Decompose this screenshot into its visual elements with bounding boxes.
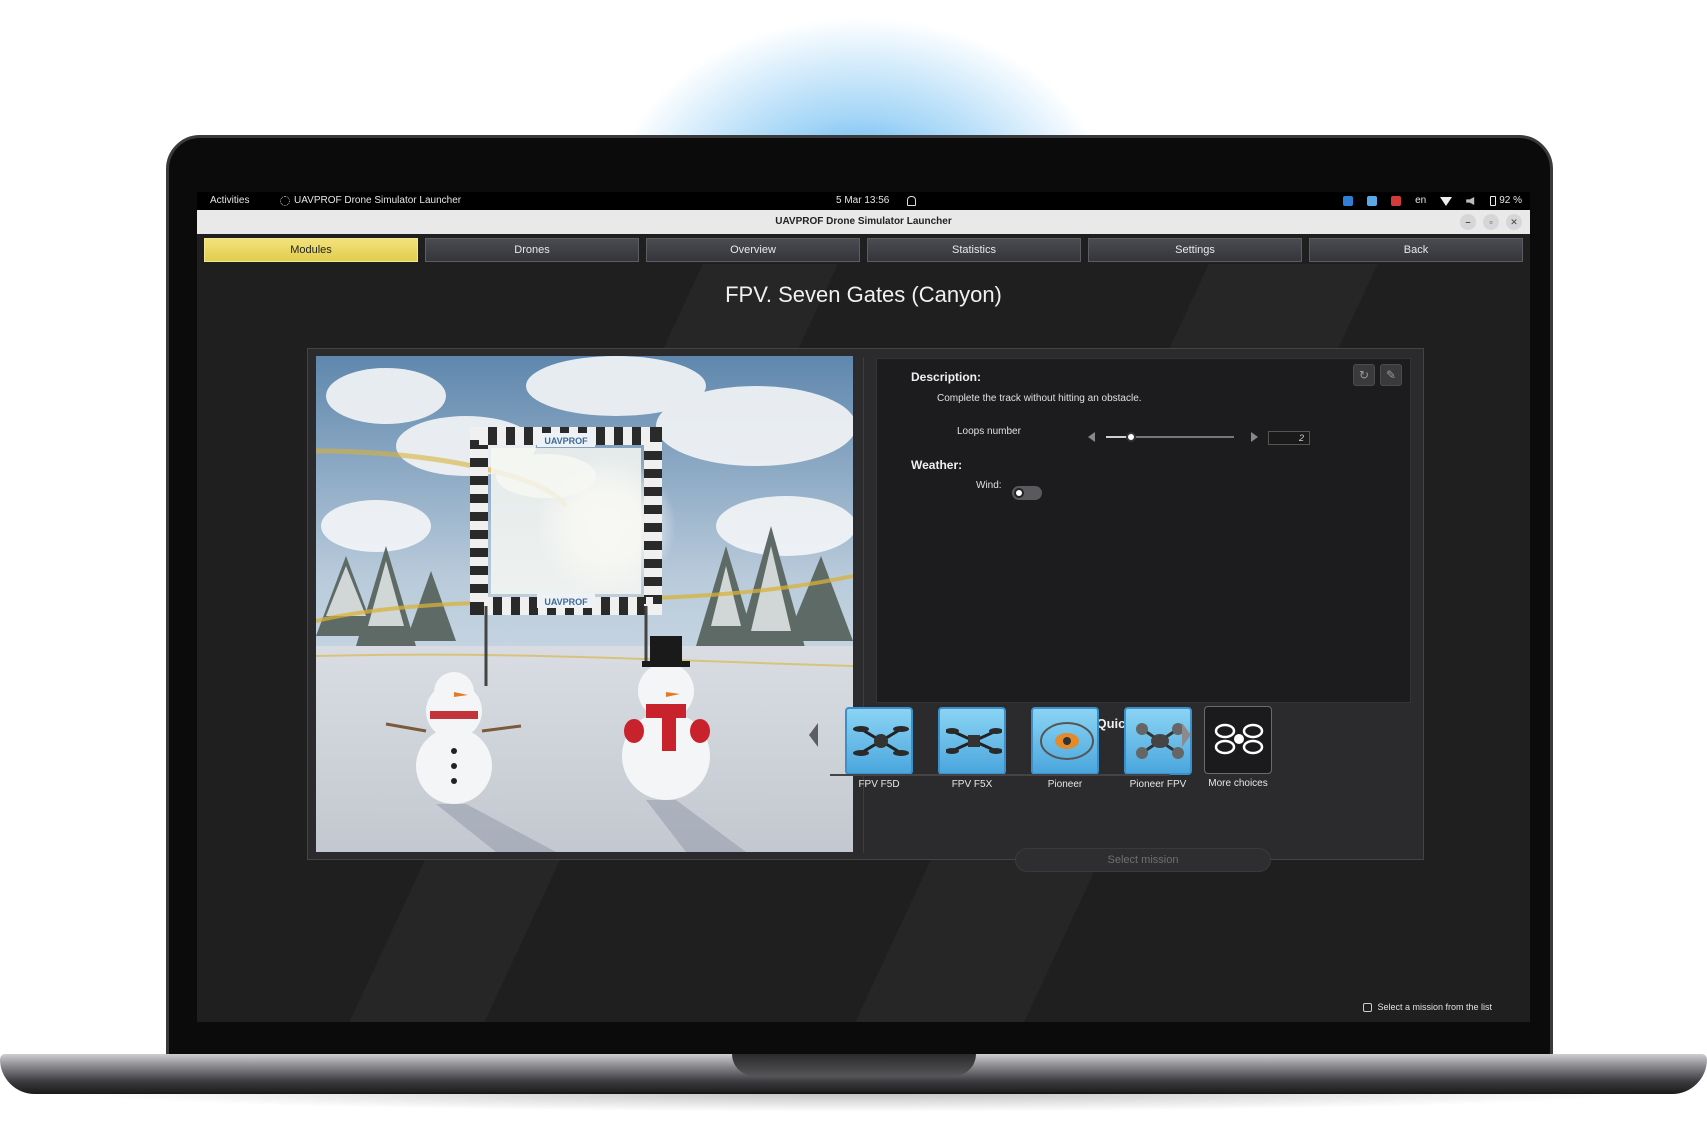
weather-label: Weather: [911,458,963,472]
window-title: UAVPROF Drone Simulator Launcher [775,216,952,227]
close-button[interactable]: ✕ [1506,214,1522,230]
clock[interactable]: 5 Mar 13:56 [836,192,889,210]
more-choices-drone-icon [1204,706,1272,774]
tray-record-icon[interactable] [1391,196,1402,206]
carousel-next-icon[interactable] [1182,723,1191,747]
battery-icon [1490,196,1497,206]
battery-indicator[interactable]: 92 % [1490,192,1522,210]
more-choices-label: More choices [1208,778,1268,789]
description-text: Complete the track without hitting an ob… [937,393,1142,404]
wind-toggle[interactable] [1012,486,1042,500]
gate-sign-top: UAVPROF [544,436,588,446]
maximize-button[interactable]: ▫ [1483,214,1499,230]
mission-title: FPV. Seven Gates (Canyon) [725,282,1002,307]
drone-option-pioneer-fpv[interactable]: Pioneer FPV [1124,707,1192,790]
tab-overview[interactable]: Overview [646,238,860,262]
slider-thumb[interactable] [1126,432,1136,442]
tab-settings[interactable]: Settings [1088,238,1302,262]
tools-icon[interactable]: ✎ [1380,364,1402,386]
slider-increase-icon[interactable] [1251,432,1258,442]
tab-drones[interactable]: Drones [425,238,639,262]
main-tab-bar: Modules Drones Overview Statistics Setti… [204,238,1523,262]
window-title-bar: UAVPROF Drone Simulator Launcher – ▫ ✕ [197,210,1530,234]
info-actions: ↻ ✎ [1353,364,1402,386]
tab-back[interactable]: Back [1309,238,1523,262]
tray-sync-icon[interactable] [1367,196,1378,206]
loops-slider[interactable] [1088,429,1258,445]
drone-option-label: Pioneer FPV [1129,779,1187,790]
volume-icon[interactable] [1466,197,1475,205]
gate-sign-bottom: UAVPROF [544,597,588,607]
drone-thumbnail [845,707,913,775]
drone-option-fpv-f5x[interactable]: FPV F5X [938,707,1006,790]
app-menu-label: UAVPROF Drone Simulator Launcher [294,195,462,206]
status-hint-text: Select a mission from the list [1377,1002,1492,1012]
app-menu[interactable]: UAVPROF Drone Simulator Launcher [280,192,461,210]
bell-icon [907,196,916,206]
drone-option-label: Pioneer [1047,779,1083,790]
quick-selection-scrollbar[interactable] [830,774,1170,776]
screen: Activities UAVPROF Drone Simulator Launc… [197,192,1530,1022]
mission-preview-image: UAVPROF UAVPROF [316,356,853,852]
more-choices-button[interactable]: More choices [1204,706,1272,789]
wifi-icon[interactable] [1440,196,1453,206]
drone-option-label: FPV F5X [951,779,993,790]
app-gear-icon [280,196,290,206]
laptop-notch [732,1054,976,1076]
select-mission-button[interactable]: Select mission [1015,848,1271,872]
drone-option-pioneer[interactable]: Pioneer [1031,707,1099,790]
carousel-prev-icon[interactable] [809,723,818,747]
drone-thumbnail [1031,707,1099,775]
activities-button[interactable]: Activities [210,192,249,210]
language-indicator[interactable]: en [1415,192,1426,210]
status-hint: Select a mission from the list [1363,1002,1492,1012]
wind-label: Wind: [976,480,1002,491]
tab-modules[interactable]: Modules [204,238,418,262]
tray-app-icon[interactable] [1343,196,1354,206]
checkbox-icon [1363,1002,1373,1012]
window-controls: – ▫ ✕ [1460,214,1522,230]
minimize-button[interactable]: – [1460,214,1476,230]
description-label: Description: [911,370,982,384]
loops-number-input[interactable]: 2 [1268,431,1310,445]
drone-option-label: FPV F5D [858,779,900,790]
drone-option-fpv-f5d[interactable]: FPV F5D [845,707,913,790]
mission-info-box: ↻ ✎ Description: Complete the track with… [876,358,1411,703]
laptop-shadow [60,1092,1650,1112]
tab-statistics[interactable]: Statistics [867,238,1081,262]
loops-label: Loops number [957,426,1021,437]
system-top-bar: Activities UAVPROF Drone Simulator Launc… [197,192,1530,210]
slider-decrease-icon[interactable] [1088,432,1095,442]
drone-thumbnail [938,707,1006,775]
toggle-knob [1014,488,1024,498]
system-tray: en 92 % [1343,192,1522,210]
reset-icon[interactable]: ↻ [1353,364,1375,386]
battery-percent: 92 % [1499,195,1522,206]
